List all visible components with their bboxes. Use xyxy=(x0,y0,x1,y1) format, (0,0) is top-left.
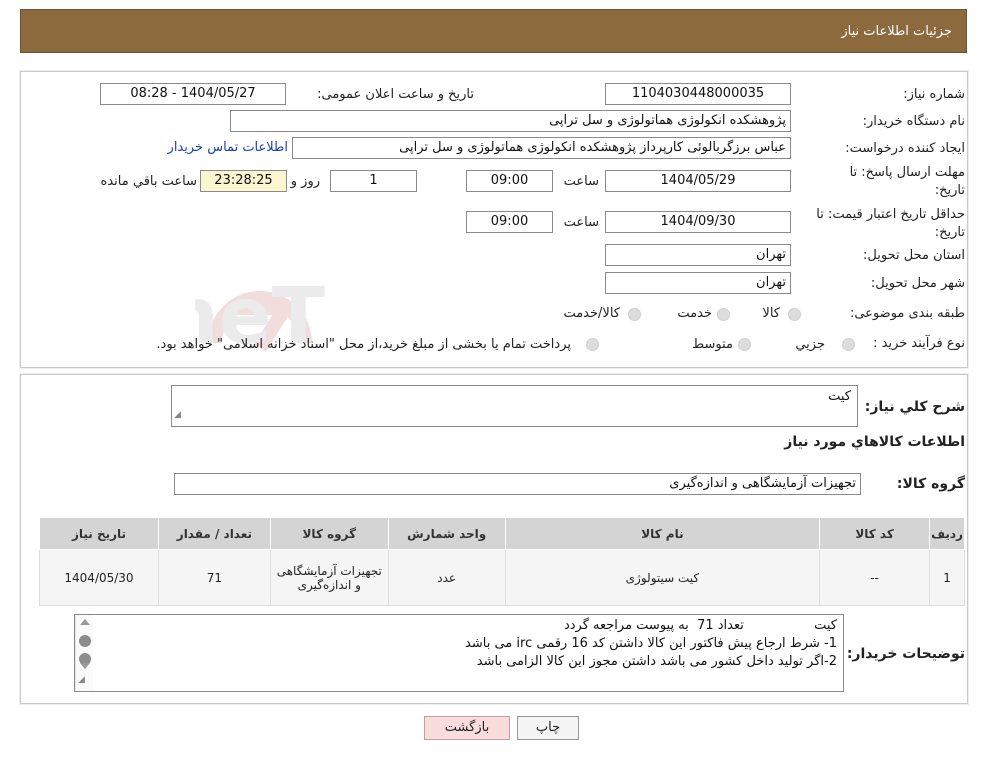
announce-field: 1404/05/27 - 08:28 xyxy=(100,83,286,105)
summary-text: کیت xyxy=(828,389,851,404)
price-validity-date-field: 1404/09/30 xyxy=(605,211,791,233)
reply-time-field: 09:00 xyxy=(466,170,553,192)
col-group: گروه کالا xyxy=(269,517,389,550)
remaining-time-label: ساعت باقي مانده xyxy=(100,174,197,189)
col-qty: تعداد / مقدار xyxy=(157,517,271,550)
summary-field: کیت ◢ xyxy=(171,385,858,427)
requester-label: ایجاد کننده درخواست: xyxy=(845,141,965,156)
table-row: 1 -- کیت سیتولوژی عدد تجهیزات آزمایشگاهی… xyxy=(39,549,965,606)
radio-minor[interactable] xyxy=(842,338,855,351)
note-line: 2-اگر تولید داخل کشور می باشد داشتن مجوز… xyxy=(476,654,837,669)
radio-goods-service-label: کالا/خدمت xyxy=(563,306,620,321)
group-label: گروه کالا: xyxy=(896,476,965,492)
radio-goods-service[interactable] xyxy=(628,308,641,321)
radio-service-label: خدمت xyxy=(677,306,712,321)
group-field: تجهیزات آزمایشگاهی و اندازه‌گیری xyxy=(174,473,861,495)
requester-field: عباس برزگربالوئی کارپرداز پژوهشکده انکول… xyxy=(292,137,791,159)
remaining-time-field: 23:28:25 xyxy=(200,170,287,192)
radio-minor-label: جزیي xyxy=(795,337,825,352)
process-label: نوع فرآیند خرید : xyxy=(873,336,965,351)
cell-qty: 71 xyxy=(157,549,271,606)
buyer-notes-field: کیت تعداد 71 به پیوست مراجعه گردد 1- شرط… xyxy=(74,614,844,692)
radio-medium[interactable] xyxy=(738,338,751,351)
price-validity-time-field: 09:00 xyxy=(466,211,553,233)
col-code: کد کالا xyxy=(819,517,931,550)
cell-unit: عدد xyxy=(387,549,506,606)
goods-section-title: اطلاعات کالاهاي مورد نياز xyxy=(784,434,965,450)
city-field: تهران xyxy=(605,272,791,294)
scroll-down-icon[interactable] xyxy=(80,663,90,669)
province-label: استان محل تحویل: xyxy=(863,248,965,263)
province-field: تهران xyxy=(605,244,791,266)
buyer-notes-label: توضیحات خریدار: xyxy=(846,646,965,662)
resize-icon[interactable]: ◢ xyxy=(78,671,85,689)
need-number-field: 1104030448000035 xyxy=(605,83,791,105)
page-header: جزئیات اطلاعات نیاز xyxy=(20,9,967,53)
radio-service[interactable] xyxy=(717,308,730,321)
process-note: پرداخت تمام یا بخشی از مبلغ خرید،از محل … xyxy=(156,337,571,352)
page-title: جزئیات اطلاعات نیاز xyxy=(841,24,952,39)
notes-scrollbar[interactable]: ◢ xyxy=(75,615,93,691)
cell-row: 1 xyxy=(929,549,965,606)
need-number-label: شماره نیاز: xyxy=(903,87,965,102)
radio-medium-label: متوسط xyxy=(692,337,733,352)
print-button[interactable]: چاپ xyxy=(517,716,579,740)
announce-label: تاریخ و ساعت اعلان عمومی: xyxy=(317,87,474,102)
cell-name: کیت سیتولوژی xyxy=(504,549,821,606)
reply-days-label: روز و xyxy=(290,174,320,189)
buyer-org-label: نام دستگاه خریدار: xyxy=(862,114,965,129)
col-row: ردیف xyxy=(929,517,965,550)
goods-table: ردیف کد کالا نام کالا واحد شمارش گروه کا… xyxy=(39,517,965,606)
col-name: نام کالا xyxy=(504,517,821,550)
radio-goods-label: کالا xyxy=(762,306,780,321)
city-label: شهر محل تحویل: xyxy=(870,276,965,291)
price-validity-time-label: ساعت xyxy=(563,215,599,230)
reply-time-label: ساعت xyxy=(563,174,599,189)
buyer-org-field: پژوهشکده انکولوژی هماتولوژی و سل تراپی xyxy=(230,110,791,132)
note-line: کیت تعداد 71 به پیوست مراجعه گردد xyxy=(563,618,837,633)
scroll-thumb[interactable] xyxy=(79,635,91,647)
summary-label: شرح کلي نياز: xyxy=(864,399,965,415)
table-header-row: ردیف کد کالا نام کالا واحد شمارش گروه کا… xyxy=(39,517,965,550)
col-date: تاریخ نیاز xyxy=(39,517,159,550)
back-button[interactable]: بازگشت xyxy=(424,716,510,740)
reply-date-field: 1404/05/29 xyxy=(605,170,791,192)
cell-code: -- xyxy=(819,549,931,606)
radio-goods[interactable] xyxy=(788,308,801,321)
note-line: 1- شرط ارجاع پیش فاکتور این کالا داشتن ک… xyxy=(465,636,837,651)
reply-days-field: 1 xyxy=(330,170,417,192)
cell-group: تجهیزات آزمایشگاهی و اندازه‌گیری xyxy=(269,549,389,606)
cell-date: 1404/05/30 xyxy=(39,549,159,606)
col-unit: واحد شمارش xyxy=(387,517,506,550)
buyer-contact-link[interactable]: اطلاعات تماس خریدار xyxy=(168,140,288,155)
reply-deadline-label: مهلت ارسال پاسخ: تا تاریخ: xyxy=(849,165,965,198)
radio-treasury[interactable] xyxy=(586,338,599,351)
scroll-up-icon[interactable] xyxy=(80,619,90,625)
resize-icon[interactable]: ◢ xyxy=(174,406,181,424)
category-label: طبقه بندی موضوعی: xyxy=(849,306,965,321)
price-validity-label: حداقل تاریخ اعتبار قیمت: تا تاریخ: xyxy=(816,207,965,240)
